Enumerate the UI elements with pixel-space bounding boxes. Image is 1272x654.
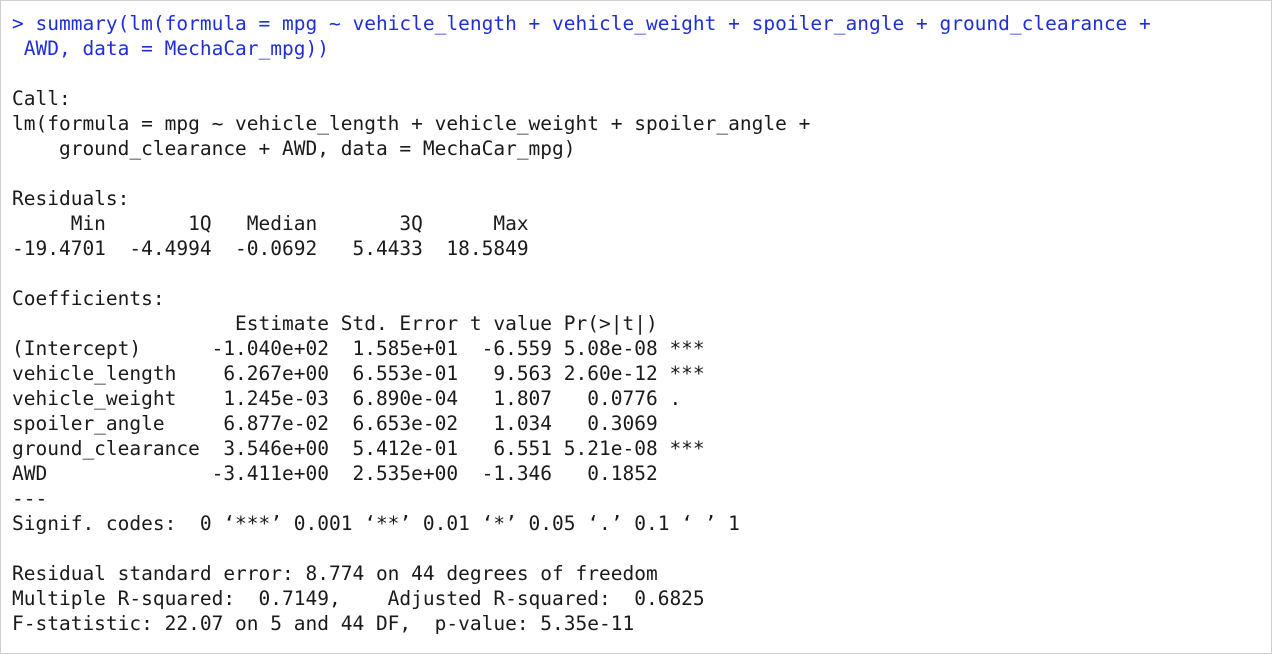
coefficient-row-spoiler-angle: spoiler_angle 6.877e-02 6.653e-02 1.034 … — [12, 412, 705, 435]
command-line-2: AWD, data = MechaCar_mpg)) — [12, 37, 329, 60]
coefficient-row-vehicle-length: vehicle_length 6.267e+00 6.553e-01 9.563… — [12, 362, 705, 385]
coefficient-row-awd: AWD -3.411e+00 2.535e+00 -1.346 0.1852 — [12, 462, 705, 485]
coefficient-row-vehicle-weight: vehicle_weight 1.245e-03 6.890e-04 1.807… — [12, 387, 705, 410]
residuals-values-row: -19.4701 -4.4994 -0.0692 5.4433 18.5849 — [12, 237, 541, 260]
call-heading: Call: — [12, 87, 71, 110]
signif-codes-line: Signif. codes: 0 ‘***’ 0.001 ‘**’ 0.01 ‘… — [12, 512, 740, 535]
coefficient-row-intercept: (Intercept) -1.040e+02 1.585e+01 -6.559 … — [12, 337, 705, 360]
r-squared-line: Multiple R-squared: 0.7149, Adjusted R-s… — [12, 587, 717, 610]
coefficients-header-row: Estimate Std. Error t value Pr(>|t|) — [12, 312, 705, 335]
residuals-header-row: Min 1Q Median 3Q Max — [12, 212, 541, 235]
command-line-1: > summary(lm(formula = mpg ~ vehicle_len… — [12, 12, 1151, 35]
residuals-heading: Residuals: — [12, 187, 130, 210]
coefficient-row-ground-clearance: ground_clearance 3.546e+00 5.412e-01 6.5… — [12, 437, 705, 460]
separator-line: --- — [12, 487, 48, 510]
coefficients-heading: Coefficients: — [12, 287, 165, 310]
r-console-output: > summary(lm(formula = mpg ~ vehicle_len… — [0, 0, 1272, 654]
f-statistic-line: F-statistic: 22.07 on 5 and 44 DF, p-val… — [12, 612, 635, 635]
call-formula-line-2: ground_clearance + AWD, data = MechaCar_… — [12, 137, 576, 160]
residual-standard-error-line: Residual standard error: 8.774 on 44 deg… — [12, 562, 658, 585]
call-formula-line-1: lm(formula = mpg ~ vehicle_length + vehi… — [12, 112, 823, 135]
